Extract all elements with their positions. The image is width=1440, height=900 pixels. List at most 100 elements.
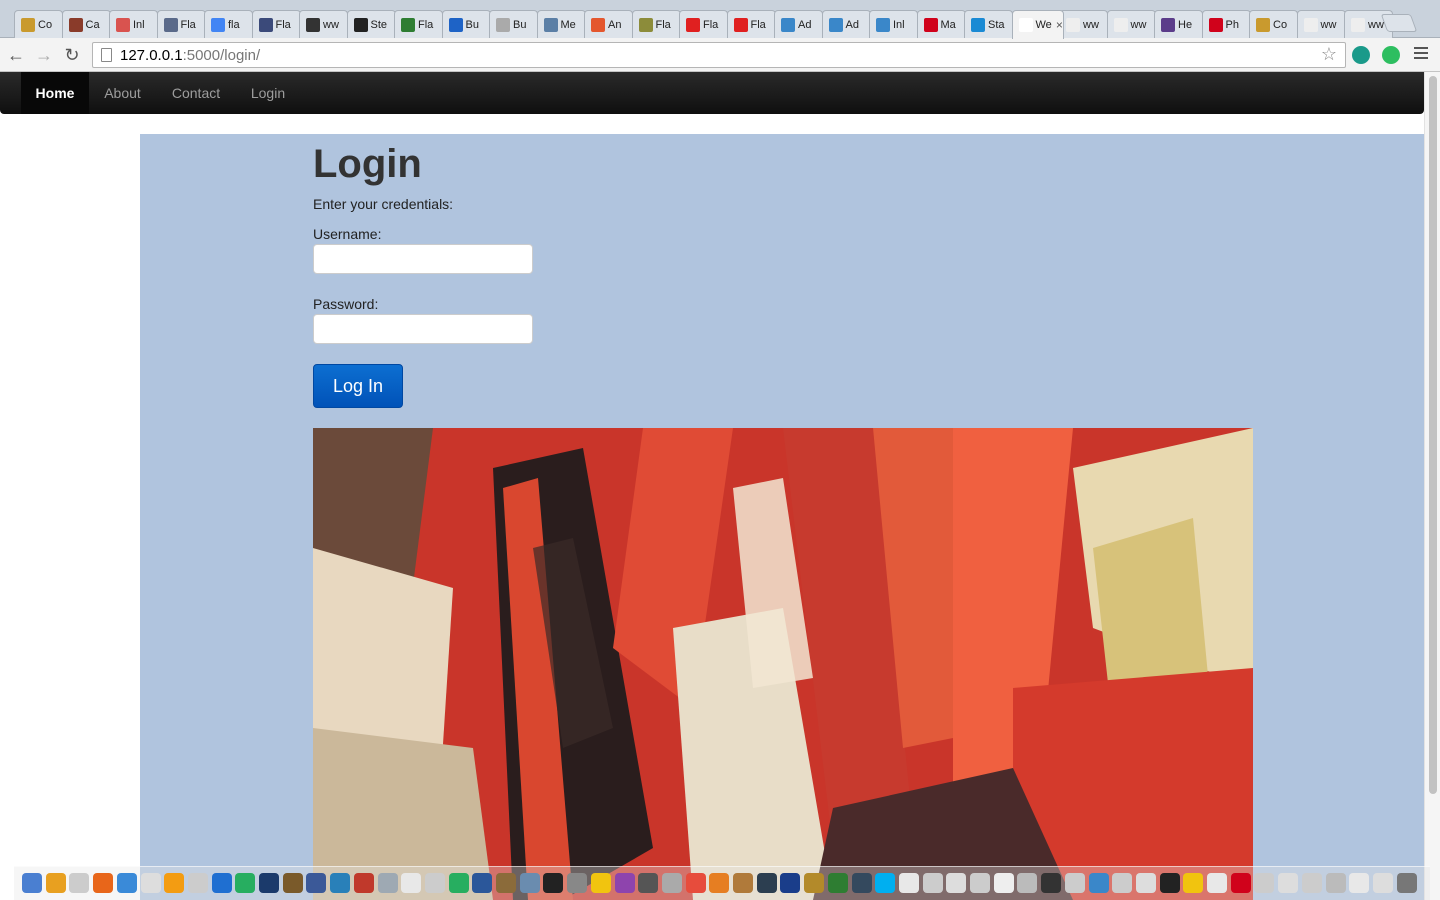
evernote-icon[interactable] bbox=[1382, 46, 1400, 64]
dock-app-icon[interactable] bbox=[661, 873, 682, 893]
reload-icon[interactable]: ↻ bbox=[60, 43, 84, 67]
dock-app-icon[interactable] bbox=[970, 873, 990, 893]
browser-tab[interactable]: Co bbox=[14, 10, 63, 38]
browser-tab[interactable]: He bbox=[1154, 10, 1203, 38]
browser-tab[interactable]: Fla bbox=[251, 10, 301, 38]
browser-tab[interactable]: Inl bbox=[109, 10, 158, 38]
dock-app-icon[interactable] bbox=[164, 873, 185, 893]
browser-tab[interactable]: Fla bbox=[679, 10, 728, 38]
dock-app-icon[interactable] bbox=[543, 873, 564, 893]
address-bar[interactable]: 127.0.0.1:5000/login/ ☆ bbox=[92, 42, 1346, 68]
dock-app-icon[interactable] bbox=[330, 873, 351, 893]
dock-app-icon[interactable] bbox=[709, 873, 730, 893]
dock-app-icon[interactable] bbox=[685, 873, 706, 893]
browser-tab[interactable]: Bu bbox=[489, 10, 538, 38]
browser-tab[interactable]: Fla bbox=[631, 10, 681, 38]
dock-app-icon[interactable] bbox=[1396, 873, 1417, 893]
dock-app-icon[interactable] bbox=[211, 873, 232, 893]
browser-tab[interactable]: Bu bbox=[441, 10, 491, 38]
dock-app-icon[interactable] bbox=[1372, 873, 1393, 893]
username-input[interactable] bbox=[313, 244, 533, 274]
dock-app-icon[interactable] bbox=[993, 873, 1014, 893]
dock-app-icon[interactable] bbox=[804, 873, 825, 893]
dock-app-icon[interactable] bbox=[472, 873, 493, 893]
dock-app-icon[interactable] bbox=[1159, 873, 1180, 893]
chrome-menu-icon[interactable] bbox=[1414, 47, 1428, 62]
dock-app-icon[interactable] bbox=[1230, 873, 1251, 893]
dock-app-icon[interactable] bbox=[567, 873, 588, 893]
browser-tab[interactable]: Fla bbox=[156, 10, 206, 38]
new-tab-button[interactable] bbox=[1380, 14, 1418, 32]
browser-tab[interactable]: Me bbox=[536, 10, 586, 38]
browser-tab[interactable]: Fla bbox=[726, 10, 776, 38]
dock-app-icon[interactable] bbox=[69, 873, 90, 893]
dock-app-icon[interactable] bbox=[1135, 873, 1156, 893]
scrollbar-thumb[interactable] bbox=[1429, 76, 1437, 794]
dock-app-icon[interactable] bbox=[1112, 873, 1133, 893]
browser-tab[interactable]: Ph bbox=[1201, 10, 1251, 38]
browser-tab[interactable]: ww bbox=[299, 10, 348, 38]
close-tab-icon[interactable]: × bbox=[1056, 18, 1063, 32]
browser-tab[interactable]: ww bbox=[1106, 10, 1156, 38]
dock-app-icon[interactable] bbox=[827, 873, 848, 893]
dock-app-icon[interactable] bbox=[235, 873, 256, 893]
dock-app-icon[interactable] bbox=[756, 873, 777, 893]
dock-app-icon[interactable] bbox=[946, 873, 967, 893]
browser-tab[interactable]: Co bbox=[1249, 10, 1298, 38]
dock-app-icon[interactable] bbox=[1349, 873, 1370, 893]
dock-app-icon[interactable] bbox=[187, 873, 208, 893]
browser-tab[interactable]: Ste bbox=[346, 10, 396, 38]
dock-app-icon[interactable] bbox=[614, 873, 635, 893]
dock-app-icon[interactable] bbox=[22, 873, 42, 893]
dock-app-icon[interactable] bbox=[1017, 873, 1038, 893]
dock-app-icon[interactable] bbox=[1278, 873, 1299, 893]
browser-tab[interactable]: ww bbox=[1296, 10, 1346, 38]
dock-app-icon[interactable] bbox=[496, 873, 516, 893]
dock-app-icon[interactable] bbox=[1088, 873, 1109, 893]
dock-app-icon[interactable] bbox=[1254, 873, 1275, 893]
dock-app-icon[interactable] bbox=[353, 873, 374, 893]
dock-app-icon[interactable] bbox=[424, 873, 445, 893]
dock-app-icon[interactable] bbox=[306, 873, 327, 893]
dock-app-icon[interactable] bbox=[733, 873, 753, 893]
dock-app-icon[interactable] bbox=[1183, 873, 1204, 893]
dock-app-icon[interactable] bbox=[448, 873, 469, 893]
nav-about[interactable]: About bbox=[89, 72, 156, 114]
dock-app-icon[interactable] bbox=[638, 873, 659, 893]
dock-app-icon[interactable] bbox=[780, 873, 801, 893]
login-button[interactable]: Log In bbox=[313, 364, 403, 408]
bookmark-star-icon[interactable]: ☆ bbox=[1321, 44, 1337, 65]
browser-tab[interactable]: Fla bbox=[394, 10, 443, 38]
extension-icon[interactable] bbox=[1352, 46, 1370, 64]
browser-tab[interactable]: Ca bbox=[61, 10, 111, 38]
password-input[interactable] bbox=[313, 314, 533, 344]
browser-tab[interactable]: Ma bbox=[916, 10, 966, 38]
browser-tab[interactable]: fla bbox=[204, 10, 253, 38]
browser-tab[interactable]: ww bbox=[1059, 10, 1108, 38]
browser-tab[interactable]: Sta bbox=[964, 10, 1013, 38]
dock-app-icon[interactable] bbox=[1041, 873, 1062, 893]
dock-app-icon[interactable] bbox=[401, 873, 422, 893]
dock-app-icon[interactable] bbox=[1325, 873, 1346, 893]
nav-home[interactable]: Home bbox=[21, 72, 89, 114]
forward-arrow-icon[interactable]: → bbox=[32, 43, 56, 67]
dock-app-icon[interactable] bbox=[590, 873, 611, 893]
dock-app-icon[interactable] bbox=[140, 873, 161, 893]
dock-app-icon[interactable] bbox=[45, 873, 66, 893]
dock-app-icon[interactable] bbox=[93, 873, 114, 893]
browser-tab[interactable]: Ad bbox=[774, 10, 823, 38]
dock-app-icon[interactable] bbox=[377, 873, 398, 893]
browser-tab[interactable]: Inl bbox=[869, 10, 918, 38]
dock-app-icon[interactable] bbox=[1064, 873, 1085, 893]
dock-app-icon[interactable] bbox=[519, 873, 540, 893]
dock-app-icon[interactable] bbox=[851, 873, 872, 893]
dock-app-icon[interactable] bbox=[259, 873, 279, 893]
dock-app-icon[interactable] bbox=[898, 873, 919, 893]
page-scrollbar[interactable] bbox=[1424, 72, 1440, 900]
browser-tab[interactable]: Ad bbox=[821, 10, 871, 38]
nav-contact[interactable]: Contact bbox=[156, 72, 236, 114]
browser-tab[interactable]: An bbox=[584, 10, 633, 38]
back-arrow-icon[interactable]: ← bbox=[4, 43, 28, 67]
browser-tab[interactable]: We × bbox=[1011, 10, 1064, 39]
dock-app-icon[interactable] bbox=[116, 873, 137, 893]
